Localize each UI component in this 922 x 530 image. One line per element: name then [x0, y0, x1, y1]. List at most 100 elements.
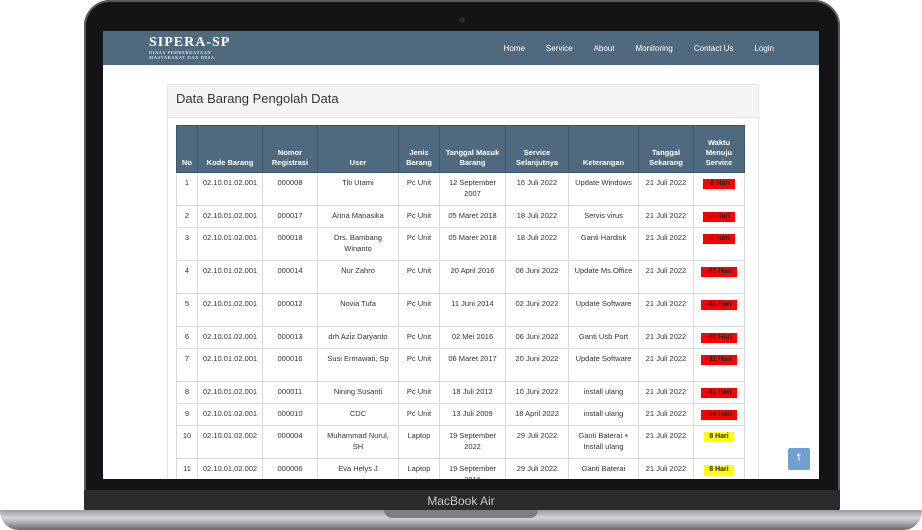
cell-service-selanjutnya: 29 Juli 2022	[505, 425, 569, 459]
brand-logo[interactable]: SIPERA-SP DINAS PEMBERDAYAAN MASYARAKAT …	[149, 36, 230, 61]
cell-keterangan: Update Software	[568, 293, 639, 327]
cell-service-selanjutnya: 18 April 2022	[505, 403, 569, 426]
status-badge: -49 Hari	[701, 300, 737, 310]
scroll-to-top-button[interactable]: ↑	[788, 448, 810, 470]
table-body: 1 02.10.01.02.001 000008 Titi Utami Pc Unit 1…	[176, 172, 745, 479]
cell-service-selanjutnya: 10 Juni 2022	[505, 381, 569, 404]
table-row: 9 02.10.01.02.001 000010 CDC Pc Unit 13 Juli …	[176, 403, 745, 426]
cell-keterangan: Servis virus	[568, 205, 639, 228]
cell-no: 3	[176, 227, 198, 261]
cell-waktu-menuju-service: -45 Hari	[693, 326, 745, 349]
cell-nomor-registrasi: 000014	[262, 260, 318, 294]
table-row: 6 02.10.01.02.001 000013 drh Aziz Daryanto P…	[176, 326, 745, 349]
cell-tanggal-sekarang: 21 Juli 2022	[638, 458, 694, 479]
cell-user: CDC	[317, 403, 399, 426]
cell-no: 2	[176, 205, 198, 228]
cell-tanggal-sekarang: 21 Juli 2022	[638, 172, 694, 206]
cell-user: Nining Susanti	[317, 381, 399, 404]
table-row: 2 02.10.01.02.001 000017 Arina Manasika Pc U…	[176, 205, 745, 228]
cell-tanggal-masuk: 06 Maret 2017	[439, 348, 506, 382]
cell-no: 5	[176, 293, 198, 327]
status-badge: 8 Hari	[704, 432, 734, 442]
cell-waktu-menuju-service: -3 Hari	[693, 227, 745, 261]
col-header-tanggal-sekarang: Tanggal Sekarang	[638, 125, 694, 173]
col-header-no: No	[176, 125, 198, 173]
col-header-tanggal-masuk: Tanggal Masuk Barang	[439, 125, 506, 173]
cell-jenis-barang: Laptop	[398, 458, 440, 479]
cell-jenis-barang: Laptop	[398, 425, 440, 459]
status-badge: -5 Hari	[703, 179, 735, 189]
cell-nomor-registrasi: 000010	[262, 403, 318, 426]
cell-tanggal-sekarang: 21 Juli 2022	[638, 293, 694, 327]
table-row: 1 02.10.01.02.001 000008 Titi Utami Pc Unit 1…	[176, 172, 745, 206]
cell-tanggal-masuk: 05 Maret 2018	[439, 205, 506, 228]
col-header-jenis-barang: Jenis Barang	[398, 125, 440, 173]
nav-link-service[interactable]: Service	[546, 44, 573, 53]
cell-waktu-menuju-service: -5 Hari	[693, 172, 745, 206]
nav-link-home[interactable]: Home	[504, 44, 525, 53]
device-label: MacBook Air	[427, 494, 495, 508]
cell-nomor-registrasi: 000017	[262, 205, 318, 228]
cell-kode-barang: 02.10.01.02.001	[197, 227, 263, 261]
col-header-user: User	[317, 125, 399, 173]
nav-link-monitoring[interactable]: Monitoring	[635, 44, 672, 53]
cell-tanggal-sekarang: 21 Juli 2022	[638, 326, 694, 349]
col-header-waktu-menuju-service: Waktu Menuju Service	[693, 125, 745, 173]
nav-link-login[interactable]: Login	[754, 44, 774, 53]
table-header-row: No Kode Barang Nomor Registrasi User Jen…	[176, 125, 745, 173]
table-row: 3 02.10.01.02.001 000018 Drs. Bambang Winan…	[176, 227, 745, 261]
cell-tanggal-sekarang: 21 Juli 2022	[638, 205, 694, 228]
data-table: No Kode Barang Nomor Registrasi User Jen…	[176, 125, 745, 479]
cell-keterangan: Ganti Usb Port	[568, 326, 639, 349]
cell-no: 9	[176, 403, 198, 426]
cell-keterangan: Update Windows	[568, 172, 639, 206]
cell-user: Eva Helys J	[317, 458, 399, 479]
cell-waktu-menuju-service: 8 Hari	[693, 425, 745, 459]
status-badge: 8 Hari	[704, 465, 734, 475]
data-card: Data Barang Pengolah Data No Kode Barang…	[167, 84, 759, 479]
cell-tanggal-sekarang: 21 Juli 2022	[638, 348, 694, 382]
cell-tanggal-masuk: 18 Juli 2012	[439, 381, 506, 404]
cell-waktu-menuju-service: -3 Hari	[693, 205, 745, 228]
navbar: SIPERA-SP DINAS PEMBERDAYAAN MASYARAKAT …	[103, 31, 819, 65]
cell-tanggal-masuk: 20 April 2016	[439, 260, 506, 294]
cell-user: Novia Tufa	[317, 293, 399, 327]
cell-jenis-barang: Pc Unit	[398, 293, 440, 327]
table-row: 5 02.10.01.02.001 000012 Novia Tufa Pc Unit 1…	[176, 293, 745, 327]
cell-kode-barang: 02.10.01.02.001	[197, 381, 263, 404]
camera-icon	[459, 17, 465, 23]
nav-link-about[interactable]: About	[594, 44, 615, 53]
cell-keterangan: Ganti Hardisk	[568, 227, 639, 261]
screen: SIPERA-SP DINAS PEMBERDAYAAN MASYARAKAT …	[103, 31, 819, 479]
cell-jenis-barang: Pc Unit	[398, 260, 440, 294]
cell-kode-barang: 02.10.01.02.001	[197, 348, 263, 382]
cell-keterangan: install ulang	[568, 381, 639, 404]
table-row: 7 02.10.01.02.001 000016 Susi Ermawati, Sp P…	[176, 348, 745, 382]
cell-nomor-registrasi: 000011	[262, 381, 318, 404]
cell-tanggal-masuk: 19 September 2016	[439, 458, 506, 479]
cell-jenis-barang: Pc Unit	[398, 326, 440, 349]
cell-jenis-barang: Pc Unit	[398, 381, 440, 404]
cell-nomor-registrasi: 000018	[262, 227, 318, 261]
cell-user: Nur Zahro	[317, 260, 399, 294]
card-title: Data Barang Pengolah Data	[168, 85, 758, 118]
laptop-notch	[384, 510, 538, 518]
cell-service-selanjutnya: 20 Juni 2022	[505, 348, 569, 382]
cell-kode-barang: 02.10.01.02.002	[197, 425, 263, 459]
cell-waktu-menuju-service: -49 Hari	[693, 293, 745, 327]
cell-service-selanjutnya: 29 Juli 2022	[505, 458, 569, 479]
table-row: 11 02.10.01.02.002 000006 Eva Helys J Laptop…	[176, 458, 745, 479]
cell-tanggal-sekarang: 21 Juli 2022	[638, 260, 694, 294]
cell-tanggal-masuk: 12 September 2007	[439, 172, 506, 206]
cell-tanggal-sekarang: 21 Juli 2022	[638, 425, 694, 459]
cell-tanggal-sekarang: 21 Juli 2022	[638, 227, 694, 261]
cell-kode-barang: 02.10.01.02.001	[197, 326, 263, 349]
nav-link-contact-us[interactable]: Contact Us	[694, 44, 734, 53]
cell-no: 1	[176, 172, 198, 206]
col-header-keterangan: Keterangan	[568, 125, 639, 173]
cell-keterangan: install ulang	[568, 403, 639, 426]
cell-kode-barang: 02.10.01.02.001	[197, 293, 263, 327]
col-header-kode-barang: Kode Barang	[197, 125, 263, 173]
cell-no: 4	[176, 260, 198, 294]
cell-waktu-menuju-service: -94 Hari	[693, 403, 745, 426]
